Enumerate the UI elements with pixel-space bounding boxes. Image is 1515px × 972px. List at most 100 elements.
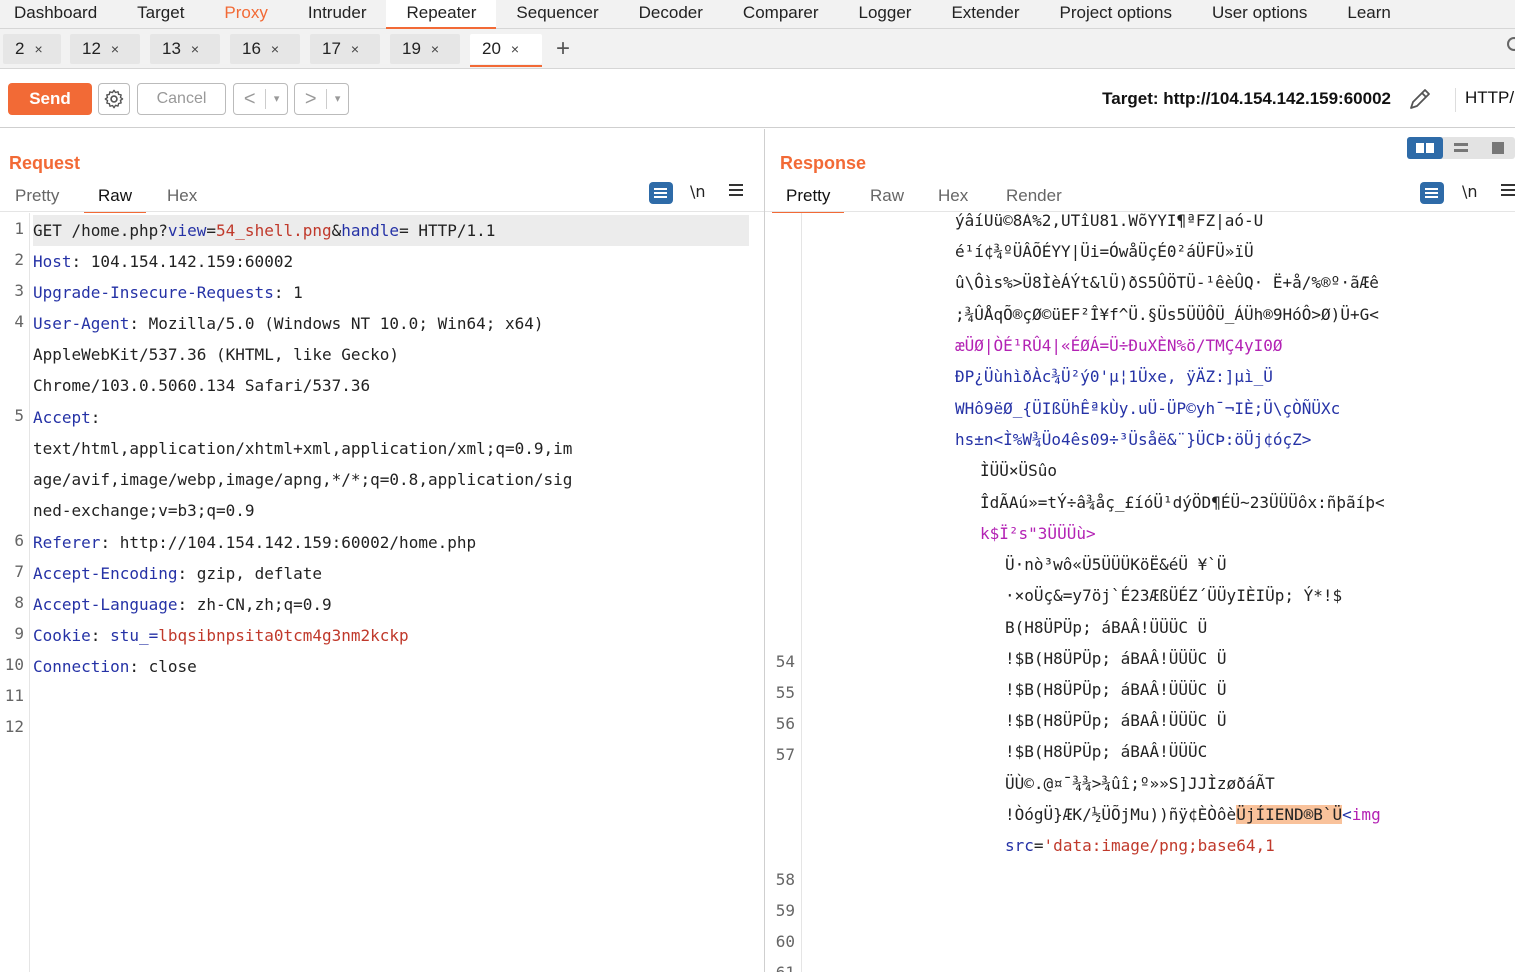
close-icon[interactable]: ×	[271, 41, 279, 57]
request-line-gutter: 1 2 3 4 5 6 7 8 9 10 11 12	[0, 213, 30, 972]
menu-decoder[interactable]: Decoder	[619, 0, 723, 29]
settings-gear-icon	[104, 89, 124, 109]
header-host: Host: 104.154.142.159:60002	[33, 252, 294, 271]
line-number: 57	[775, 745, 795, 764]
line-number: 12	[4, 717, 24, 736]
http-version-label[interactable]: HTTP/1	[1455, 88, 1515, 112]
layout-side-by-side-icon[interactable]	[1407, 137, 1443, 159]
repeater-tab-2[interactable]: 2 ×	[3, 34, 61, 64]
chevron-down-icon[interactable]: ▾	[265, 89, 287, 109]
close-icon[interactable]: ×	[431, 41, 439, 57]
newline-icon[interactable]: \n	[690, 182, 706, 201]
menu-intruder[interactable]: Intruder	[288, 0, 387, 29]
close-icon[interactable]: ×	[351, 41, 359, 57]
response-line: ÐP¿ÜùhìðÀc¾Ü²ý0'µ¦1Üxe, ÿÄZ:]µì_Ü	[955, 367, 1273, 386]
hamburger-menu-icon[interactable]	[1501, 182, 1515, 198]
request-tabs-divider	[0, 211, 764, 212]
request-tab-raw[interactable]: Raw	[84, 181, 147, 213]
tab-label: 2	[15, 39, 25, 58]
response-tab-hex[interactable]: Hex	[924, 181, 982, 211]
layout-tabs-icon[interactable]	[1479, 137, 1515, 159]
hamburger-menu-icon[interactable]	[729, 182, 745, 198]
repeater-tab-12[interactable]: 12 ×	[70, 34, 140, 64]
response-line: ·×oÜç&=y7öj`É23ÆßÜÉZ´ÜÜyIÈIÜp; Ý*!$	[1005, 586, 1343, 605]
newline-icon[interactable]: \n	[1462, 182, 1478, 201]
menu-user-options[interactable]: User options	[1192, 0, 1327, 29]
header-user-agent-cont: Chrome/103.0.5060.134 Safari/537.36	[33, 376, 371, 395]
response-line: k$Ï²s"3ÜÜÜù>	[980, 524, 1096, 543]
response-panel: Response Pretty Raw Hex Render \n 54 55 …	[765, 129, 1515, 972]
menu-extender[interactable]: Extender	[931, 0, 1039, 29]
tab-label: 16	[242, 39, 261, 58]
layout-switcher	[1407, 137, 1515, 159]
menu-logger[interactable]: Logger	[839, 0, 932, 29]
response-tab-render[interactable]: Render	[992, 181, 1076, 211]
cancel-button[interactable]: Cancel	[137, 83, 226, 115]
close-icon[interactable]: ×	[511, 41, 519, 57]
back-button[interactable]: < ▾	[233, 83, 288, 115]
line-number: 10	[4, 655, 24, 674]
response-line: Ü·nò³wô«Ü5ÜÜÜKöË&éÜ ¥`Ü	[1005, 555, 1227, 574]
add-tab-icon[interactable]: +	[556, 34, 570, 64]
chevron-down-icon[interactable]: ▾	[326, 89, 348, 109]
header-referer: Referer: http://104.154.142.159:60002/ho…	[33, 533, 477, 552]
close-icon[interactable]: ×	[111, 41, 119, 57]
word-wrap-icon[interactable]	[649, 182, 673, 204]
request-tab-pretty[interactable]: Pretty	[1, 181, 73, 211]
line-number: 5	[14, 406, 24, 425]
header-accept-cont: ned-exchange;v=b3;q=0.9	[33, 501, 255, 520]
header-user-agent: User-Agent: Mozilla/5.0 (Windows NT 10.0…	[33, 314, 544, 333]
request-editor[interactable]: GET /home.php?view=54_shell.png&handle= …	[33, 213, 749, 972]
close-icon[interactable]: ×	[34, 41, 42, 57]
response-line: û\Ôìs%>Ü8ÌèÁÝt&lÜ)ðS5ÛÖTÜ-¹êèÛQ· Ë+å/%®º…	[955, 273, 1379, 292]
header-accept-encoding: Accept-Encoding: gzip, deflate	[33, 564, 322, 583]
close-icon[interactable]: ×	[191, 41, 199, 57]
menu-dashboard[interactable]: Dashboard	[0, 0, 117, 29]
layout-stacked-icon[interactable]	[1443, 137, 1479, 159]
selected-text[interactable]: ÜjÍIEND®B`Ü	[1236, 805, 1343, 824]
menu-project-options[interactable]: Project options	[1040, 0, 1192, 29]
response-tab-raw[interactable]: Raw	[856, 181, 918, 211]
repeater-tab-19[interactable]: 19 ×	[390, 34, 460, 64]
menu-proxy[interactable]: Proxy	[204, 0, 287, 29]
tab-label: 17	[322, 39, 341, 58]
menu-comparer[interactable]: Comparer	[723, 0, 839, 29]
request-panel: Request Pretty Raw Hex \n 1 2 3 4 5 6 7 …	[0, 129, 764, 972]
settings-button[interactable]	[98, 83, 130, 115]
response-line: !$B(H8ÜPÜp; áBAÂ!ÜÜÜC Ü	[1005, 711, 1227, 730]
line-number: 11	[4, 686, 24, 705]
response-line: !ÒógÜ}ÆK/½ÜÕjMu))ñÿ¢ÈÒôèÜjÍIEND®B`Ü<img	[1005, 805, 1381, 824]
header-user-agent-cont: AppleWebKit/537.36 (KHTML, like Gecko)	[33, 345, 400, 364]
line-number: 54	[775, 652, 795, 671]
chevron-right-icon: >	[304, 87, 317, 110]
response-line: ÌÜÜ×ÜSûo	[980, 461, 1058, 480]
request-tab-hex[interactable]: Hex	[153, 181, 211, 211]
repeater-tab-17[interactable]: 17 ×	[310, 34, 380, 64]
response-tab-pretty[interactable]: Pretty	[772, 181, 845, 213]
menu-target[interactable]: Target	[117, 0, 204, 29]
response-line: ÎdÃAú»=tÝ÷â¾åç_£íóÜ¹dýÖD¶ÉÜ~23ÜÜÜôx:ñþãí…	[980, 493, 1385, 512]
response-line: !$B(H8ÜPÜp; áBAÂ!ÜÜÜC Ü	[1005, 680, 1227, 699]
main-menu-bar: Dashboard Target Proxy Intruder Repeater…	[0, 0, 1515, 30]
repeater-tab-16[interactable]: 16 ×	[230, 34, 300, 64]
response-title: Response	[780, 153, 867, 173]
menu-sequencer[interactable]: Sequencer	[496, 0, 618, 29]
line-number: 9	[14, 624, 24, 643]
menu-repeater[interactable]: Repeater	[386, 0, 497, 30]
response-editor[interactable]: ýâíÜü©8À%2,ÜTîÜ81.WõŸYÏ¶ªFZ|aó-Ü é¹í¢¾ºÜ…	[803, 213, 1515, 972]
send-button[interactable]: Send	[8, 83, 92, 115]
repeater-tab-13[interactable]: 13 ×	[150, 34, 220, 64]
response-line-gutter: 54 55 56 57 58 59 60 61	[765, 213, 802, 972]
repeater-tab-20[interactable]: 20 ×	[470, 34, 542, 67]
line-number: 61	[765, 957, 795, 972]
line-number: 6	[14, 531, 24, 550]
forward-button[interactable]: > ▾	[294, 83, 349, 115]
line-number: 4	[14, 312, 24, 331]
search-icon[interactable]	[1507, 37, 1515, 51]
edit-pencil-icon[interactable]	[1405, 84, 1435, 114]
menu-learn[interactable]: Learn	[1327, 0, 1410, 29]
word-wrap-icon[interactable]	[1420, 182, 1444, 204]
response-line: WHô9ëØ_{ÜIßÜhÊªkÙy.uÜ-ÜP©yh¯¬IÈ;Ü\çÒÑÜXc	[955, 399, 1341, 418]
response-line: !$B(H8ÜPÜp; áBAÂ!ÜÜÜC	[1005, 742, 1208, 761]
response-line: ÜÙ©.@¤¯¾¾>¾ûî;º»»S]JJÌzøðáÃT	[1005, 774, 1275, 793]
